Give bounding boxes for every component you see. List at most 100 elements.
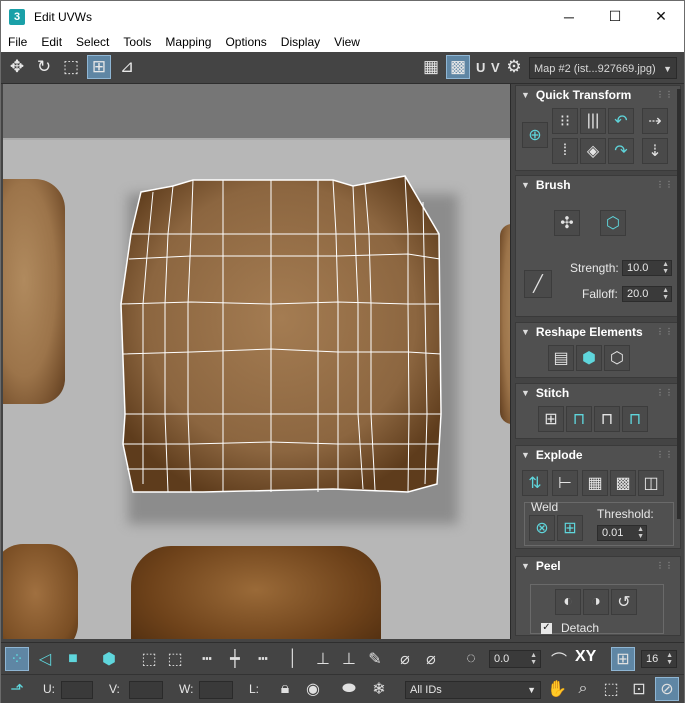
rotate-plus-90-icon[interactable]: ↷: [608, 138, 634, 164]
drag-grip-icon[interactable]: ⋮⋮: [656, 561, 674, 570]
mirror-icon[interactable]: ⊿: [115, 55, 139, 79]
peel-mode-icon[interactable]: ◑: [583, 589, 609, 615]
paint-select-grow-icon[interactable]: ⌀: [393, 647, 417, 671]
drag-grip-icon[interactable]: ⋮⋮: [656, 450, 674, 459]
space-vertical-alt-icon[interactable]: ⇣: [642, 138, 668, 164]
grow-selection-icon[interactable]: ⬚: [137, 647, 161, 671]
snap-toggle-icon[interactable]: ⊘: [655, 677, 679, 701]
grid-size-spinner[interactable]: 16 ▲ ▼: [641, 650, 677, 668]
menu-tools[interactable]: Tools: [116, 32, 158, 52]
map-dropdown[interactable]: Map #2 (ist...927669.jpg) ▼: [529, 57, 677, 79]
spinner-arrows-icon[interactable]: ▲ ▼: [530, 652, 537, 666]
uv-toggle[interactable]: U V: [476, 60, 501, 75]
close-button[interactable]: ✕: [638, 1, 684, 32]
menu-select[interactable]: Select: [69, 32, 116, 52]
space-horizontal-icon[interactable]: ⇢: [642, 108, 668, 134]
panel-scrollbar[interactable]: [677, 89, 681, 519]
paint-move-icon[interactable]: ✣: [554, 210, 580, 236]
element-mode-icon[interactable]: ⬢: [97, 647, 121, 671]
ids-dropdown[interactable]: All IDs ▼: [405, 681, 541, 699]
menu-edit[interactable]: Edit: [34, 32, 69, 52]
align-to-center-icon[interactable]: ⊕: [522, 122, 548, 148]
v-field[interactable]: [129, 681, 163, 699]
relax-brush-icon[interactable]: ⬡: [600, 210, 626, 236]
flatten-by-smoothing-group-icon[interactable]: ▩: [610, 470, 636, 496]
stitch-header[interactable]: ▼ Stitch ⋮⋮: [516, 384, 680, 402]
shrink-selection-icon[interactable]: ⬚: [163, 647, 187, 671]
ring-selection-icon[interactable]: ┿: [223, 647, 247, 671]
filter-selected-icon[interactable]: ⬬: [337, 677, 361, 701]
drag-grip-icon[interactable]: ⋮⋮: [656, 180, 674, 189]
lock-icon[interactable]: 🔒︎: [273, 677, 297, 701]
align-horizontal-icon[interactable]: ⁝⁝: [552, 108, 578, 134]
menu-file[interactable]: File: [1, 32, 34, 52]
maximize-button[interactable]: ☐: [592, 1, 638, 32]
freeform-mode-icon[interactable]: ⊞: [87, 55, 111, 79]
polygon-mode-icon[interactable]: ■: [61, 647, 85, 671]
strength-spinner[interactable]: 10.0 ▲ ▼: [622, 260, 672, 276]
menu-options[interactable]: Options: [218, 32, 273, 52]
relax-until-flat-icon[interactable]: ⬢: [576, 345, 602, 371]
hide-icon[interactable]: ◉: [301, 677, 325, 701]
weld-selected-icon[interactable]: ⊗: [529, 515, 555, 541]
drag-grip-icon[interactable]: ⋮⋮: [656, 90, 674, 99]
reshape-elements-header[interactable]: ▼ Reshape Elements ⋮⋮: [516, 323, 680, 341]
scale-icon[interactable]: ⬚: [59, 55, 83, 79]
move-icon[interactable]: ✥: [5, 55, 29, 79]
spinner-arrows-icon[interactable]: ▲ ▼: [662, 261, 669, 275]
brush-falloff-curve-icon[interactable]: ╱: [524, 270, 552, 298]
absolute-offset-toggle-icon[interactable]: ⬏: [5, 677, 29, 701]
straighten-selection-icon[interactable]: ▤: [548, 345, 574, 371]
quick-peel-icon[interactable]: ◐: [555, 589, 581, 615]
rotation-spinner[interactable]: 0.0 ▲ ▼: [489, 650, 541, 668]
detach-edge-icon[interactable]: ⊢: [552, 470, 578, 496]
peel-header[interactable]: ▼ Peel ⋮⋮: [516, 557, 680, 575]
space-vertical-icon[interactable]: |||: [580, 108, 606, 134]
drag-grip-icon[interactable]: ⋮⋮: [656, 388, 674, 397]
spinner-arrows-icon[interactable]: ▲ ▼: [637, 526, 644, 540]
spinner-arrows-icon[interactable]: ▲ ▼: [662, 287, 669, 301]
quick-transform-header[interactable]: ▼ Quick Transform ⋮⋮: [516, 86, 680, 104]
drag-grip-icon[interactable]: ⋮⋮: [656, 327, 674, 336]
uv-editor-viewport[interactable]: [3, 84, 510, 639]
detach-checkbox[interactable]: ✓: [541, 623, 552, 634]
map-settings-icon[interactable]: ⚙: [502, 55, 526, 79]
straighten-icon[interactable]: ◈: [580, 138, 606, 164]
soft-selection-falloff-icon[interactable]: ⌒: [547, 647, 571, 671]
threshold-spinner[interactable]: 0.01 ▲ ▼: [597, 525, 647, 541]
vertex-mode-icon[interactable]: ⁘: [5, 647, 29, 671]
w-field[interactable]: [199, 681, 233, 699]
pelt-seam-icon[interactable]: │: [281, 647, 305, 671]
grid-snap-icon[interactable]: ⊞: [611, 647, 635, 671]
minimize-button[interactable]: ─: [546, 1, 592, 32]
uv-mesh[interactable]: [3, 84, 510, 639]
stitch-to-source-icon[interactable]: ⊓: [622, 406, 648, 432]
menu-display[interactable]: Display: [274, 32, 327, 52]
edge-mode-icon[interactable]: ◁: [33, 647, 57, 671]
falloff-spinner[interactable]: 20.0 ▲ ▼: [622, 286, 672, 302]
loop-selection-icon[interactable]: ┅: [195, 647, 219, 671]
rotate-minus-90-icon[interactable]: ↶: [608, 108, 634, 134]
brush-header[interactable]: ▼ Brush ⋮⋮: [516, 176, 680, 194]
freeze-icon[interactable]: ❄: [367, 677, 391, 701]
zoom-icon[interactable]: ⌕: [571, 677, 595, 701]
weld-all-selected-icon[interactable]: ⊞: [557, 515, 583, 541]
reset-peel-icon[interactable]: ↺: [611, 589, 637, 615]
rotate-icon[interactable]: ↻: [32, 55, 56, 79]
edge-to-seams-icon[interactable]: ⊥: [337, 647, 361, 671]
spinner-arrows-icon[interactable]: ▲ ▼: [666, 652, 673, 666]
menu-view[interactable]: View: [327, 32, 367, 52]
stitch-average-icon[interactable]: ⊓: [594, 406, 620, 432]
checker-pattern-icon[interactable]: ▦: [419, 55, 443, 79]
paint-select-icon[interactable]: ✎: [363, 647, 387, 671]
edge-loop-icon[interactable]: ┅: [251, 647, 275, 671]
pan-hand-icon[interactable]: ✋: [545, 677, 569, 701]
explode-header[interactable]: ▼ Explode ⋮⋮: [516, 446, 680, 464]
paint-select-shrink-icon[interactable]: ⌀: [419, 647, 443, 671]
flatten-by-material-icon[interactable]: ◫: [638, 470, 664, 496]
flatten-by-polygon-angle-icon[interactable]: ▦: [582, 470, 608, 496]
menu-mapping[interactable]: Mapping: [158, 32, 218, 52]
align-vertical-icon[interactable]: ⁞: [552, 138, 578, 164]
stitch-custom-icon[interactable]: ⊞: [538, 406, 564, 432]
relax-settings-icon[interactable]: ⬡: [604, 345, 630, 371]
